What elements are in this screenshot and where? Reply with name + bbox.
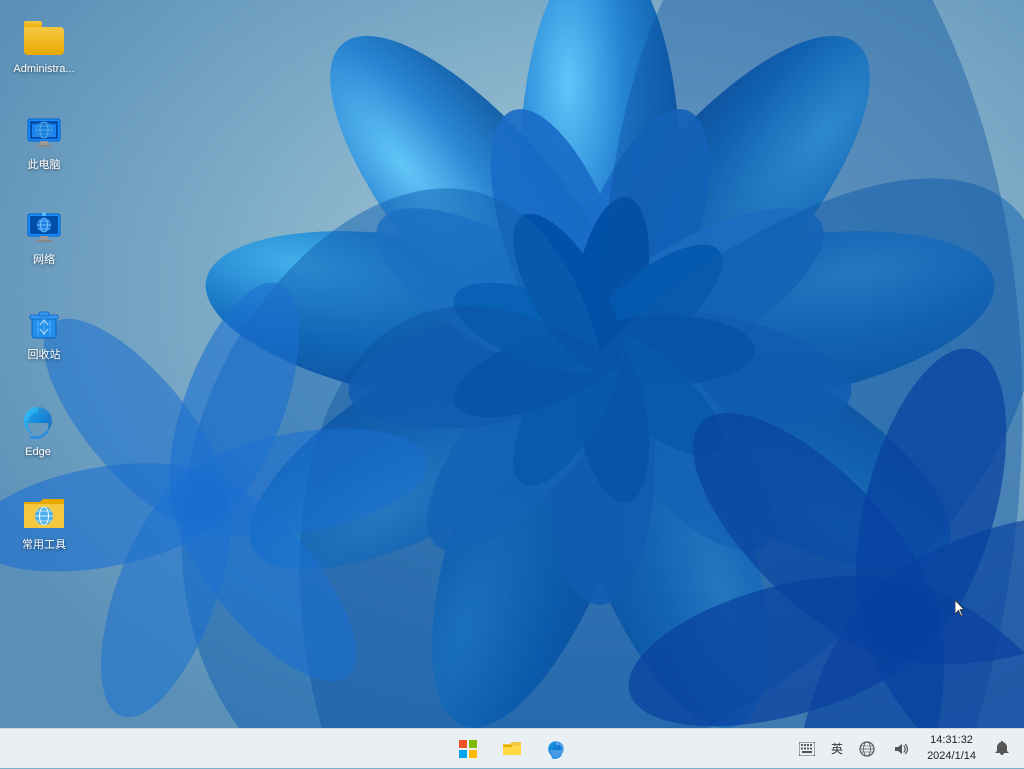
taskbar-center [448,729,576,769]
desktop-icon-network[interactable]: 网络 [8,205,80,271]
icon-label-network: 网络 [33,253,55,267]
desktop-icon-recycle-bin[interactable]: 回收站 [8,300,80,366]
volume-icon[interactable] [887,735,915,763]
recycle-bin-icon [24,304,64,344]
folder-icon [24,18,64,58]
icon-label-recycle-bin: 回收站 [28,348,61,362]
desktop: Administra... 此电脑 [0,0,1024,728]
edge-taskbar-button[interactable] [536,729,576,769]
taskbar-tray: 英 14:31:32 2024/1/14 [793,731,1024,766]
start-button[interactable] [448,729,488,769]
keyboard-icon[interactable] [793,735,821,763]
desktop-icon-edge[interactable]: Edge [2,397,74,463]
monitor-icon [24,114,64,154]
file-explorer-button[interactable] [492,729,532,769]
time-display: 14:31:32 [930,733,973,748]
desktop-icon-this-pc[interactable]: 此电脑 [8,110,80,176]
icon-label-this-pc: 此电脑 [28,158,61,172]
clock-display[interactable]: 14:31:32 2024/1/14 [921,731,982,766]
date-display: 2024/1/14 [927,749,976,764]
icon-label-edge: Edge [25,445,51,459]
ime-indicator[interactable]: 英 [827,738,847,759]
network-tray-icon[interactable] [853,735,881,763]
taskbar: 英 14:31:32 2024/1/14 [0,728,1024,768]
desktop-icon-administrator[interactable]: Administra... [8,14,80,80]
network-icon [24,209,64,249]
icon-label-common-tools: 常用工具 [22,538,66,552]
icon-label-administrator: Administra... [13,62,74,76]
edge-icon [18,401,58,441]
desktop-icon-common-tools[interactable]: 常用工具 [8,490,80,556]
notification-icon[interactable] [988,735,1016,763]
common-tools-icon [24,494,64,534]
